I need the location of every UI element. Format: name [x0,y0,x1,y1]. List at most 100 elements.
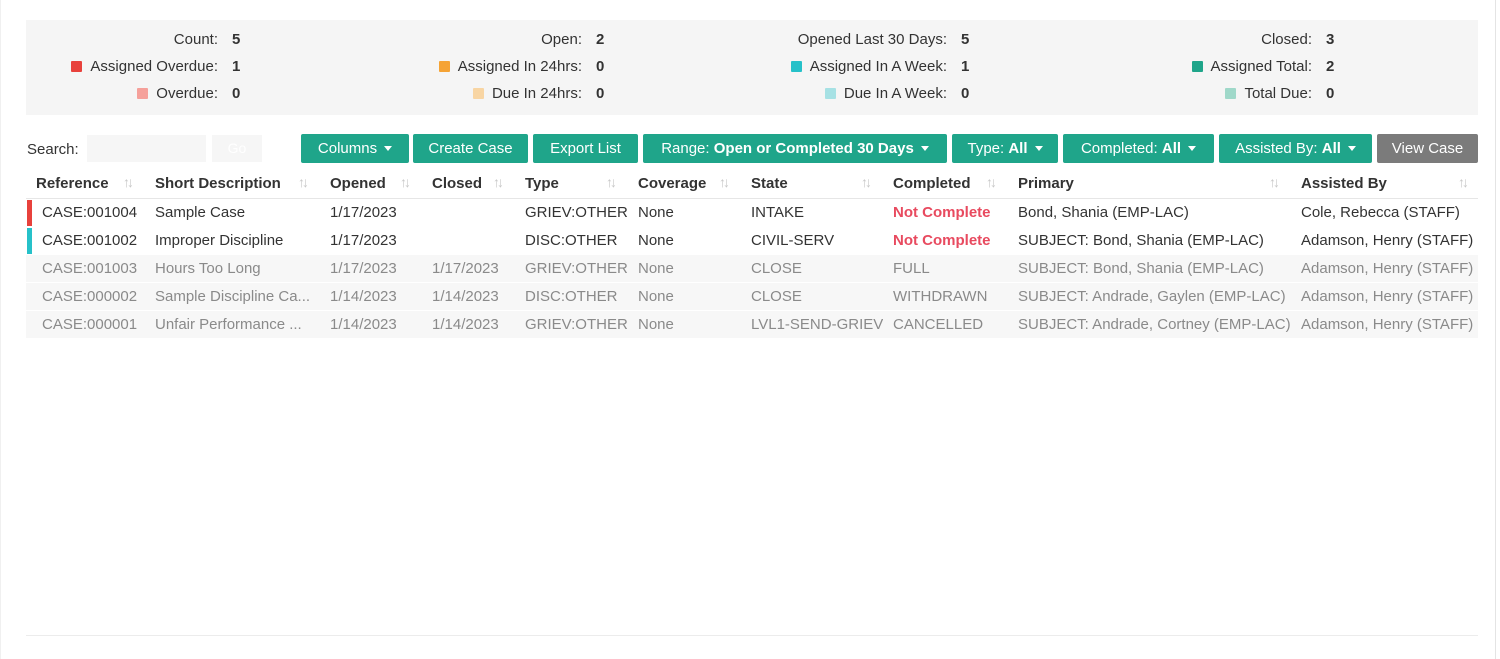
cell-description: Unfair Performance ... [155,316,302,333]
column-header-opened[interactable]: Opened [330,175,386,192]
legend-swatch-icon [438,61,450,72]
range-dropdown[interactable]: Range: Open or Completed 30 Days [643,134,947,163]
cell-closed: 1/14/2023 [432,288,499,305]
cell-opened: 1/17/2023 [330,232,397,249]
cell-coverage: None [638,204,674,221]
cell-opened: 1/14/2023 [330,288,397,305]
sort-icon[interactable]: ↑↓ [719,174,730,190]
cell-coverage: None [638,260,674,277]
caret-down-icon [1034,146,1043,151]
cell-state: CLOSE [751,288,802,305]
cell-type: GRIEV:OTHER [525,316,628,333]
cell-coverage: None [638,288,674,305]
stat-label: Assigned Total: [1210,58,1312,75]
sort-icon[interactable]: ↑↓ [861,174,872,190]
column-header-primary[interactable]: Primary [1018,175,1074,192]
column-header-short-description[interactable]: Short Description [155,175,281,192]
stat-label-wrap: Due In A Week: [824,85,947,103]
sort-icon[interactable]: ↑↓ [1458,174,1469,190]
type-value: All [1008,140,1028,157]
sort-icon[interactable]: ↑↓ [1269,174,1280,190]
status-indicator [27,200,32,226]
search-input[interactable] [87,135,206,162]
sort-icon[interactable]: ↑↓ [298,174,309,190]
search-label: Search: [27,141,79,158]
table-row[interactable]: CASE:000001 Unfair Performance ... 1/14/… [26,311,1478,338]
stat-label: Assigned In A Week: [809,58,947,75]
cell-opened: 1/14/2023 [330,316,397,333]
cell-assisted-by: Adamson, Henry (STAFF) [1301,316,1474,333]
cell-coverage: None [638,232,674,249]
cell-state: LVL1-SEND-GRIEV [751,316,884,333]
stat-value: 2 [1326,58,1335,75]
stat-label: Open: [541,31,582,48]
export-list-button[interactable]: Export List [533,134,638,163]
column-header-assisted-by[interactable]: Assisted By [1301,175,1387,192]
column-header-reference[interactable]: Reference [36,175,109,192]
assisted-prefix: Assisted By: [1235,140,1318,157]
stat-value: 0 [232,85,241,102]
stat-label: Overdue: [156,85,218,102]
sort-icon[interactable]: ↑↓ [400,174,411,190]
column-header-closed[interactable]: Closed [432,175,482,192]
table-row[interactable]: CASE:001002 Improper Discipline 1/17/202… [26,227,1478,254]
stat-label-wrap: Assigned Total: [1191,58,1312,76]
range-prefix: Range: [661,140,710,157]
cell-primary: Bond, Shania (EMP-LAC) [1018,204,1189,221]
completed-dropdown[interactable]: Completed: All [1063,134,1214,163]
cell-reference: CASE:000002 [42,288,138,305]
table-row[interactable]: CASE:001004 Sample Case 1/17/2023 GRIEV:… [26,199,1478,226]
completed-prefix: Completed: [1080,140,1158,157]
completed-value: All [1161,140,1182,157]
stat-label-wrap: Assigned Overdue: [71,58,218,76]
stat-value: 0 [596,85,605,102]
caret-down-icon [920,146,929,151]
go-button[interactable]: Go [212,135,262,162]
column-header-state[interactable]: State [751,175,788,192]
view-case-button[interactable]: View Case [1377,134,1478,163]
sort-icon[interactable]: ↑↓ [606,174,617,190]
stat-value: 5 [961,31,970,48]
column-header-type[interactable]: Type [525,175,559,192]
cell-completed: FULL [893,260,930,277]
stat-label: Assigned Overdue: [90,58,218,75]
legend-swatch-icon [824,88,836,99]
stat-label: Opened Last 30 Days: [797,31,947,48]
cell-description: Improper Discipline [155,232,284,249]
cell-type: GRIEV:OTHER [525,204,628,221]
cell-completed: Not Complete [893,232,991,249]
cell-reference: CASE:001003 [42,260,138,277]
legend-swatch-icon [472,88,484,99]
stat-label: Due In A Week: [843,85,947,102]
cell-completed: WITHDRAWN [893,288,988,305]
create-case-button[interactable]: Create Case [413,134,528,163]
cell-closed: 1/14/2023 [432,316,499,333]
type-dropdown[interactable]: Type: All [952,134,1058,163]
case-stats-panel: Count: 5 Open: 2 Opened Last 30 Days: 5 … [26,20,1478,115]
cell-reference: CASE:001002 [42,232,138,249]
cell-primary: SUBJECT: Andrade, Gaylen (EMP-LAC) [1018,288,1286,305]
table-row[interactable]: CASE:001003 Hours Too Long 1/17/2023 1/1… [26,255,1478,282]
stat-label-wrap: Overdue: [137,85,218,103]
stat-label-wrap: Assigned In 24hrs: [438,58,582,76]
table-row[interactable]: CASE:000002 Sample Discipline Ca... 1/14… [26,283,1478,310]
cell-primary: SUBJECT: Bond, Shania (EMP-LAC) [1018,260,1264,277]
cell-type: GRIEV:OTHER [525,260,628,277]
column-header-completed[interactable]: Completed [893,175,971,192]
stat-label: Count: [173,31,218,48]
cell-description: Sample Case [155,204,246,221]
stat-value: 1 [961,58,970,75]
columns-button[interactable]: Columns [301,134,409,163]
assisted-by-dropdown[interactable]: Assisted By: All [1219,134,1372,163]
stat-label-wrap: Assigned In A Week: [790,58,947,76]
sort-icon[interactable]: ↑↓ [493,174,504,190]
stat-label-wrap: Total Due: [1225,85,1312,103]
sort-icon[interactable]: ↑↓ [123,174,134,190]
cell-reference: CASE:000001 [42,316,138,333]
status-indicator [27,228,32,254]
column-header-coverage[interactable]: Coverage [638,175,706,192]
range-value: Open or Completed 30 Days [713,140,914,157]
cell-primary: SUBJECT: Andrade, Cortney (EMP-LAC) [1018,316,1291,333]
cell-assisted-by: Cole, Rebecca (STAFF) [1301,204,1460,221]
sort-icon[interactable]: ↑↓ [986,174,997,190]
